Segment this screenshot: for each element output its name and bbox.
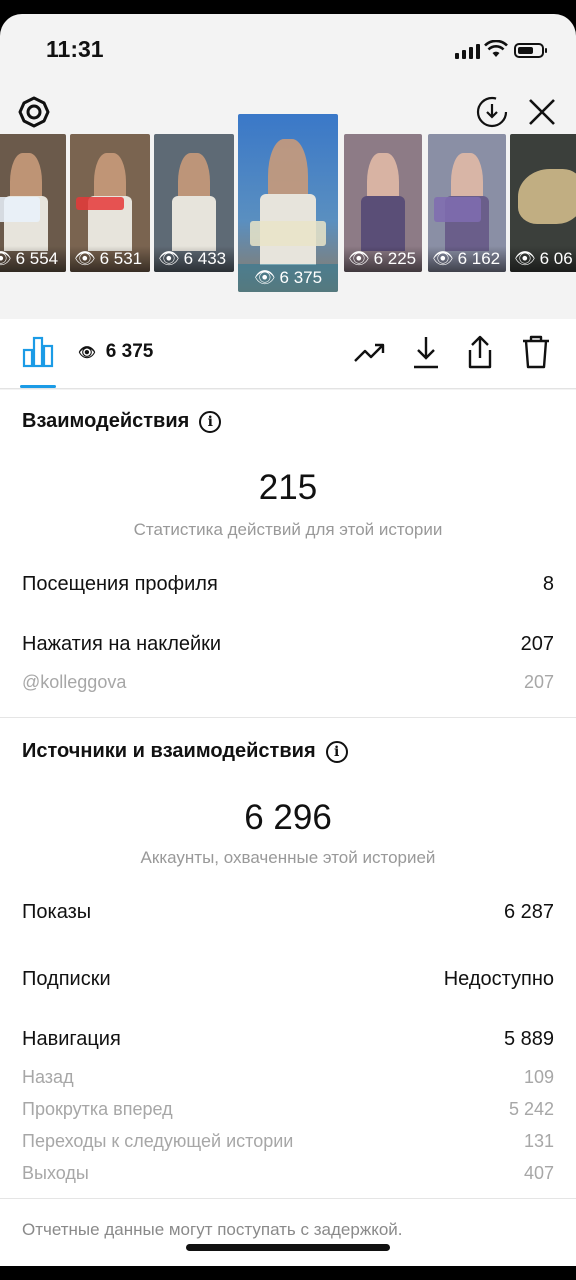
battery-icon <box>514 43 547 58</box>
insights-screen: 11:31 👁 6 554 👁 6 531 👁 6 433 👁 6 375 👁 … <box>0 14 576 1266</box>
view-count: 👁 6 375 <box>78 341 154 362</box>
section-divider <box>0 1198 576 1199</box>
stat-row-sticker-taps: Нажатия на наклейки 207 <box>22 633 554 655</box>
stat-subrow-exits: Выходы 407 <box>22 1163 554 1183</box>
home-indicator[interactable] <box>186 1244 390 1251</box>
active-tab-indicator <box>20 385 56 388</box>
reach-subtitle: Аккаунты, охваченные этой историей <box>140 848 436 867</box>
stat-subrow-mention: @kolleggova 207 <box>22 672 554 692</box>
share-icon[interactable] <box>462 333 498 371</box>
status-time: 11:31 <box>46 36 104 62</box>
story-thumbnails: 👁 6 554 👁 6 531 👁 6 433 👁 6 375 👁 6 225 👁 6 16… <box>0 114 576 294</box>
story-thumbnail[interactable]: 👁 6 554 <box>0 134 66 272</box>
story-thumbnail[interactable]: 👁 6 06 <box>510 134 576 272</box>
eye-icon: 👁 <box>253 268 276 287</box>
info-icon[interactable]: i <box>325 740 348 763</box>
stat-row-profile-visits: Посещения профиля 8 <box>22 573 554 595</box>
interactions-total: 215 <box>258 468 318 507</box>
wifi-icon <box>484 39 508 63</box>
story-thumbnail-selected[interactable]: 👁 6 375 <box>238 114 338 292</box>
eye-icon: 👁 <box>158 249 180 268</box>
stat-subrow-forward: Прокрутка вперед 5 242 <box>22 1099 554 1119</box>
bar-chart-icon[interactable] <box>20 333 56 369</box>
story-thumbnail[interactable]: 👁 6 162 <box>428 134 506 272</box>
info-icon[interactable]: i <box>199 410 222 433</box>
eye-icon: 👁 <box>0 249 12 268</box>
insights-tabbar: 👁 6 375 <box>0 319 576 389</box>
story-thumbnail[interactable]: 👁 6 225 <box>344 134 422 272</box>
insights-panel: Взаимодействия i 215 Статистика действий… <box>0 390 576 1266</box>
interactions-subtitle: Статистика действий для этой истории <box>133 520 443 539</box>
section-divider <box>0 717 576 718</box>
story-thumbnail[interactable]: 👁 6 433 <box>154 134 234 272</box>
story-thumbnail[interactable]: 👁 6 531 <box>70 134 150 272</box>
stat-row-navigation: Навигация 5 889 <box>22 1028 554 1050</box>
stat-row-follows: Подписки Недоступно <box>22 968 554 990</box>
reach-section-title: Источники и взаимодействия i <box>22 740 348 763</box>
signal-icon <box>455 44 480 59</box>
delete-trash-icon[interactable] <box>518 333 554 371</box>
stat-row-impressions: Показы 6 287 <box>22 901 554 923</box>
status-bar: 11:31 <box>0 14 576 84</box>
eye-icon: 👁 <box>78 343 96 360</box>
stat-subrow-next-story: Переходы к следующей истории 131 <box>22 1131 554 1151</box>
eye-icon: 👁 <box>348 249 370 268</box>
stat-subrow-back: Назад 109 <box>22 1067 554 1087</box>
download-icon[interactable] <box>408 333 444 371</box>
promote-trend-icon[interactable] <box>352 335 388 371</box>
interactions-section-title: Взаимодействия i <box>22 410 222 433</box>
eye-icon: 👁 <box>432 249 454 268</box>
reach-total: 6 296 <box>244 798 332 837</box>
eye-icon: 👁 <box>74 249 96 268</box>
delay-note: Отчетные данные могут поступать с задерж… <box>22 1220 403 1239</box>
eye-icon: 👁 <box>514 249 536 268</box>
